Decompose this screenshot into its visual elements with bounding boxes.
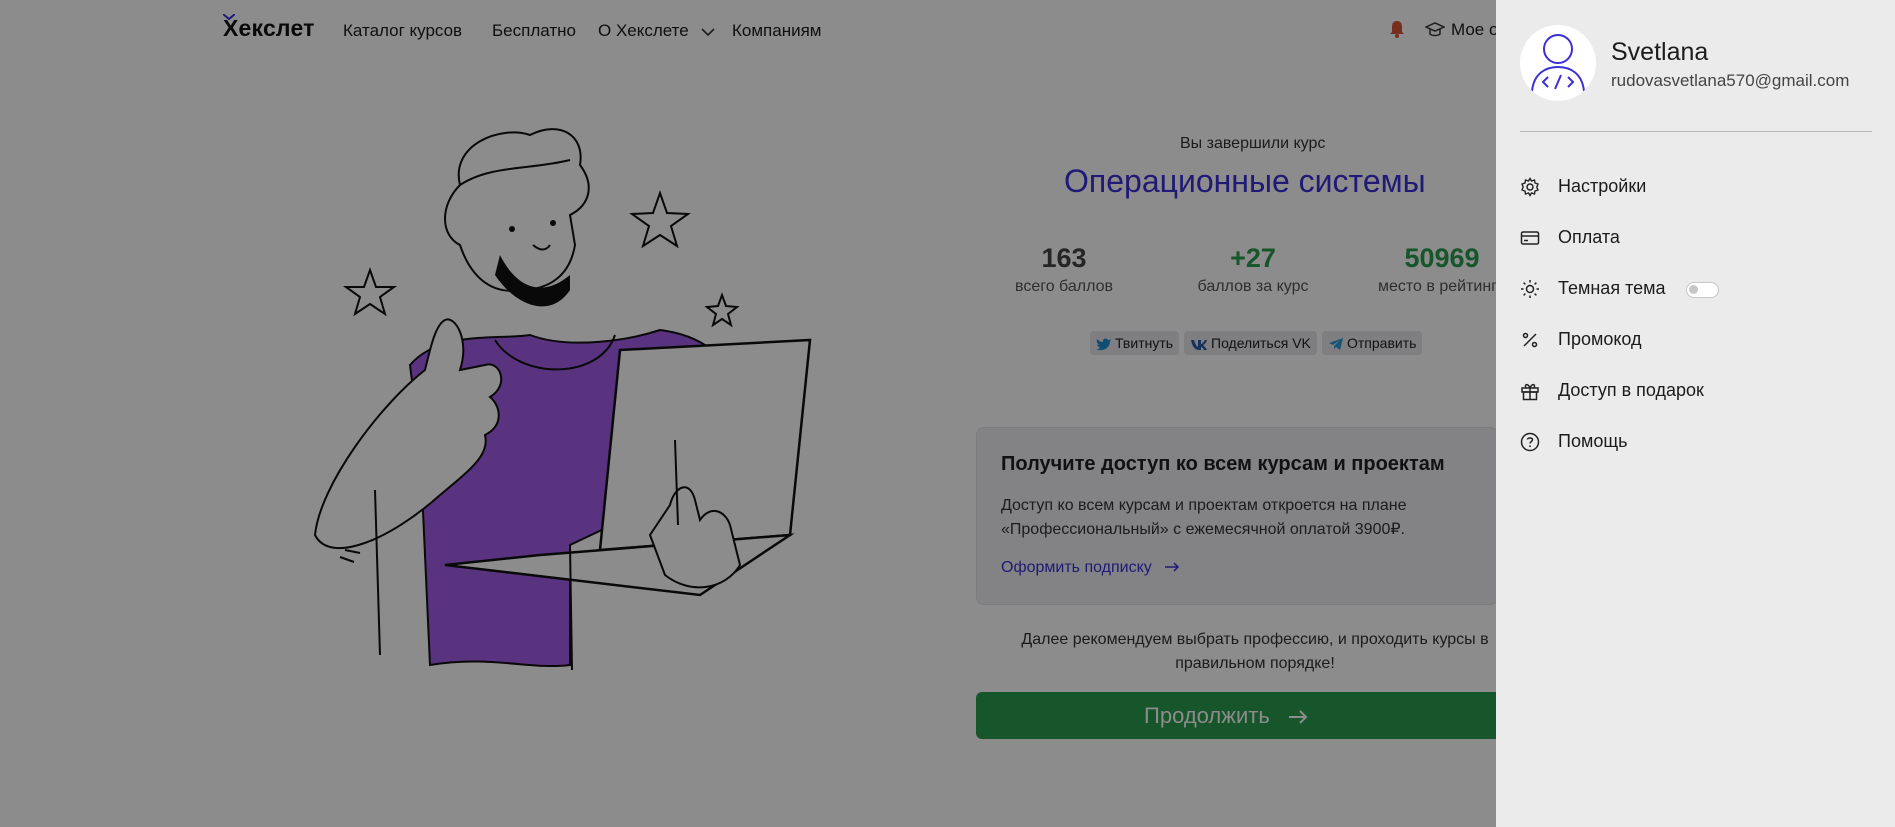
avatar[interactable] xyxy=(1520,25,1596,101)
menu-item-gift-access[interactable]: Доступ в подарок xyxy=(1520,378,1860,404)
modal-backdrop[interactable] xyxy=(0,0,1496,827)
card-icon xyxy=(1520,231,1540,245)
toggle-knob xyxy=(1689,285,1698,294)
gear-icon xyxy=(1521,177,1539,197)
menu-item-settings[interactable]: Настройки xyxy=(1520,174,1860,200)
user-email: rudovasvetlana570@gmail.com xyxy=(1611,71,1850,90)
help-icon xyxy=(1520,432,1540,452)
user-name: Svetlana xyxy=(1611,38,1709,66)
menu-item-promocode[interactable]: Промокод xyxy=(1520,327,1860,353)
profile-drawer: Svetlana rudovasvetlana570@gmail.com Нас… xyxy=(1496,0,1895,827)
sun-icon xyxy=(1521,280,1539,298)
menu-item-label: Помощь xyxy=(1558,431,1628,451)
menu-item-help[interactable]: Помощь xyxy=(1520,429,1860,455)
menu-item-label: Темная тема xyxy=(1558,278,1666,298)
menu-item-label: Промокод xyxy=(1558,329,1642,349)
menu-item-label: Оплата xyxy=(1558,227,1620,247)
menu-item-payment[interactable]: Оплата xyxy=(1520,225,1860,251)
developer-avatar-icon xyxy=(1531,34,1585,92)
percent-icon xyxy=(1522,332,1538,348)
menu-item-label: Настройки xyxy=(1558,176,1647,196)
gift-icon xyxy=(1521,383,1539,401)
menu-item-dark-theme[interactable]: Темная тема xyxy=(1520,276,1860,302)
drawer-divider xyxy=(1520,131,1872,132)
menu-item-label: Доступ в подарок xyxy=(1558,380,1704,400)
dark-theme-toggle[interactable] xyxy=(1686,282,1719,298)
